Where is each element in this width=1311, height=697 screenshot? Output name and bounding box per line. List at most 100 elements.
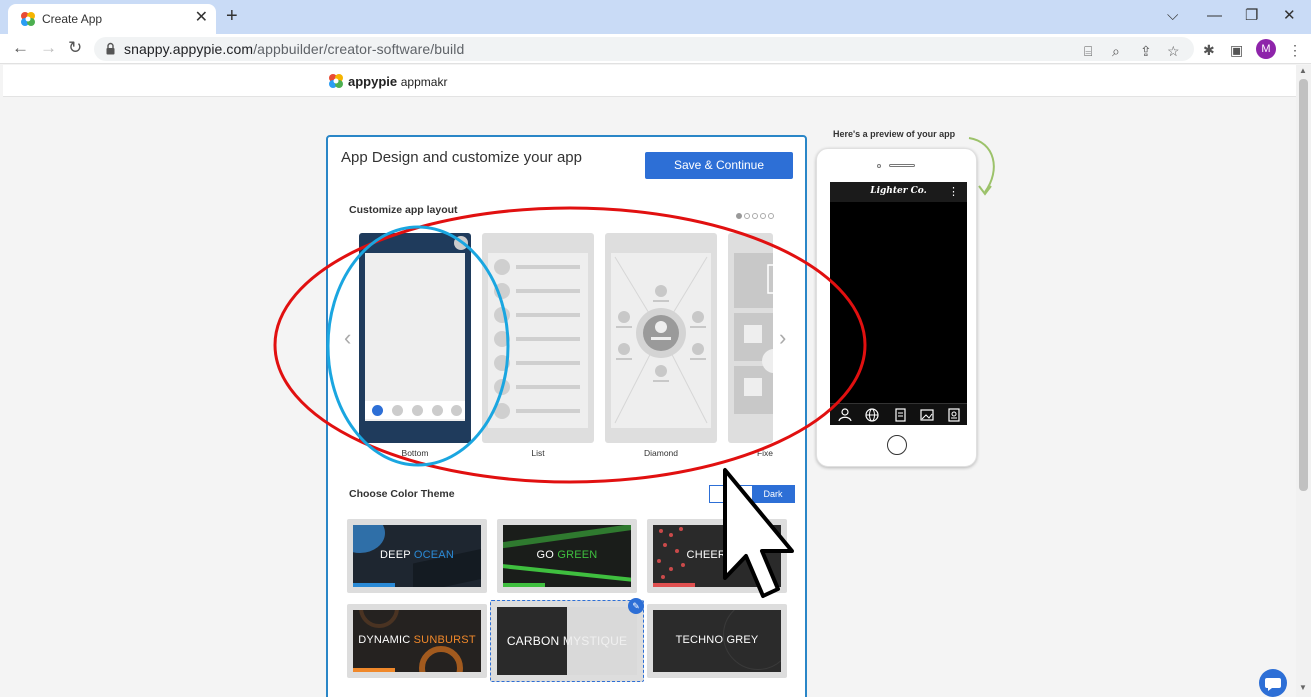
layout-label-diamond: Diamond: [643, 448, 679, 458]
address-bar[interactable]: snappy.appypie.com/appbuilder/creator-so…: [94, 37, 1194, 61]
url-text: snappy.appypie.com/appbuilder/creator-so…: [124, 41, 464, 57]
chat-widget-button[interactable]: [1259, 669, 1287, 697]
chat-bubble-icon: [1265, 678, 1281, 691]
document-icon: [895, 408, 906, 422]
page-scrollbar[interactable]: ▲ ▼: [1296, 65, 1311, 697]
layout-fixed-illustration: [734, 253, 773, 414]
window-close-icon[interactable]: ✕: [1283, 6, 1296, 26]
theme-card-cheerful[interactable]: CHEERFUL: [647, 519, 787, 593]
theme-accent-bar: [503, 583, 545, 587]
layout-card-fixed[interactable]: [728, 233, 773, 443]
pagination-dot[interactable]: [768, 213, 774, 219]
pagination-dot[interactable]: [752, 213, 758, 219]
theme-mode-toggle[interactable]: Dark: [709, 485, 795, 503]
layout-section-label: Customize app layout: [349, 204, 458, 216]
minimize-icon[interactable]: —: [1207, 6, 1222, 26]
site-header: appypie appmakr: [3, 65, 1296, 97]
tab-dot: [412, 405, 423, 416]
pagination-dot[interactable]: [744, 213, 750, 219]
pagination-dot[interactable]: [736, 213, 742, 219]
theme-name-word1: GO: [536, 549, 555, 561]
theme-preview: DEEP OCEAN: [353, 525, 481, 587]
forward-icon[interactable]: →: [40, 37, 57, 59]
lock-icon: [106, 42, 115, 55]
pagination-dot[interactable]: [760, 213, 766, 219]
share-icon[interactable]: ⇪: [1140, 42, 1152, 60]
theme-card-techno-grey[interactable]: TECHNO GREY: [647, 604, 787, 678]
browser-toolbar: ← → ↻ snappy.appypie.com/appbuilder/crea…: [0, 34, 1311, 64]
theme-decor: [503, 525, 631, 550]
layout-card-diamond[interactable]: [605, 233, 717, 443]
theme-card-deep-ocean[interactable]: DEEP OCEAN: [347, 519, 487, 593]
theme-name-word1: DEEP: [380, 549, 411, 561]
theme-name-word1: CHEERFUL: [686, 549, 748, 561]
zoom-icon[interactable]: ⌕: [1112, 42, 1120, 60]
more-menu-icon[interactable]: ⋮: [1288, 41, 1302, 59]
theme-card-carbon-mystique[interactable]: CARBON MYSTIQUE: [490, 600, 644, 682]
layout-card-list[interactable]: [482, 233, 594, 443]
layout-list-illustration: [488, 253, 588, 428]
theme-preview: DYNAMIC SUNBURST: [353, 610, 481, 672]
phone-screen: Lighter Co. ⋮: [830, 182, 967, 425]
scroll-thumb[interactable]: [1299, 79, 1308, 491]
theme-name: CHEERFUL: [653, 549, 781, 561]
layout-label-fixed: Fixe: [756, 448, 773, 458]
theme-card-dynamic-sunburst[interactable]: DYNAMIC SUNBURST: [347, 604, 487, 678]
layout-diamond-illustration: [611, 253, 711, 428]
url-path: /appbuilder/creator-software/build: [253, 41, 465, 57]
brand-sub: appmakr: [400, 75, 448, 89]
theme-preview: CHEERFUL: [653, 525, 781, 587]
globe-icon: [865, 408, 879, 422]
back-icon[interactable]: ←: [12, 37, 29, 59]
brand-name: appypie: [348, 74, 398, 89]
tab-dot: [392, 405, 403, 416]
tab-dot: [451, 405, 462, 416]
side-panel-icon[interactable]: ▣: [1230, 41, 1243, 59]
theme-card-go-green[interactable]: GO GREEN: [497, 519, 637, 593]
edit-pencil-icon[interactable]: ✎: [628, 598, 644, 614]
save-continue-button[interactable]: Save & Continue: [645, 152, 793, 179]
layout-label-list: List: [531, 448, 545, 458]
theme-accent-bar: [653, 583, 695, 587]
theme-name-word2: MYSTIQUE: [562, 634, 628, 648]
layout-card-bottom[interactable]: [359, 233, 471, 443]
preview-caption: Here's a preview of your app: [833, 129, 956, 139]
contact-card-icon: [948, 408, 960, 422]
scroll-up-icon[interactable]: ▲: [1299, 66, 1307, 75]
theme-accent-bar: [353, 668, 395, 672]
phone-app-title: Lighter Co.: [870, 186, 927, 196]
theme-name: CARBON MYSTIQUE: [497, 634, 637, 648]
tab-title: Create App: [42, 12, 103, 26]
tab-close-icon[interactable]: ✕: [195, 9, 208, 27]
appypie-logo-icon[interactable]: [328, 73, 344, 89]
toggle-dark-option[interactable]: Dark: [752, 486, 794, 502]
panel-title: App Design and customize your app: [341, 149, 582, 166]
theme-preview: GO GREEN: [503, 525, 631, 587]
extensions-icon[interactable]: ✱: [1203, 41, 1215, 59]
theme-name-word2: SUNBURST: [413, 634, 476, 646]
carousel-pagination[interactable]: [736, 206, 776, 224]
tab-search-chevron-icon[interactable]: ⌵: [1167, 6, 1178, 26]
translate-icon[interactable]: ⌸: [1084, 42, 1092, 60]
profile-avatar[interactable]: M: [1256, 39, 1276, 59]
browser-tab[interactable]: Create App ✕: [8, 4, 216, 34]
restore-icon[interactable]: ❐: [1245, 6, 1258, 26]
bookmark-star-icon[interactable]: ☆: [1167, 42, 1180, 60]
phone-preview: Lighter Co. ⋮: [816, 148, 977, 467]
theme-preview: CARBON MYSTIQUE: [497, 607, 637, 675]
appypie-favicon-icon: [21, 12, 35, 26]
carousel-next-icon[interactable]: ›: [779, 326, 786, 350]
theme-name: GO GREEN: [503, 549, 631, 561]
brand-wordmark: appypie appmakr: [348, 74, 447, 89]
carousel-prev-icon[interactable]: ‹: [344, 326, 351, 350]
phone-camera: [877, 164, 881, 168]
selected-check-icon: [454, 236, 468, 250]
new-tab-icon[interactable]: +: [226, 5, 238, 27]
reload-icon[interactable]: ↻: [68, 37, 82, 59]
layout-bottom-screen: [365, 253, 465, 421]
theme-preview: TECHNO GREY: [653, 610, 781, 672]
toggle-light-option[interactable]: [710, 486, 752, 502]
url-host: snappy.appypie.com: [124, 41, 254, 57]
tab-dot: [432, 405, 443, 416]
scroll-down-icon[interactable]: ▼: [1299, 683, 1307, 692]
